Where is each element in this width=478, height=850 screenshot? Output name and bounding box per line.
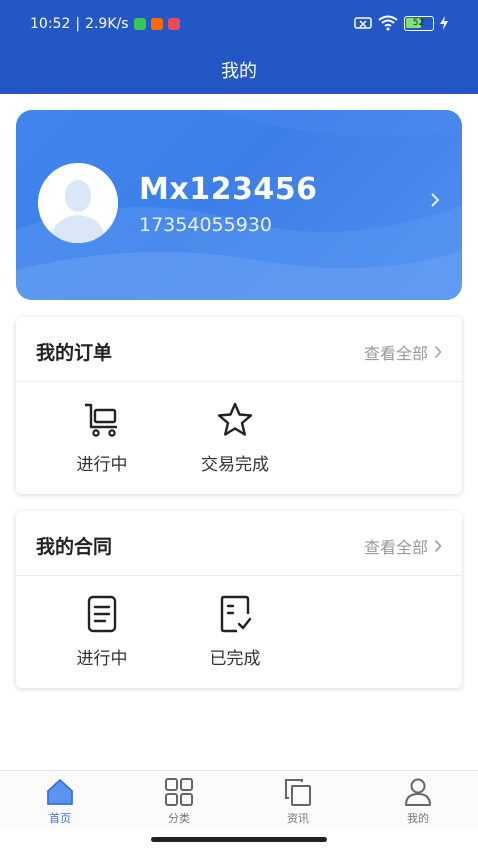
charging-icon	[440, 16, 448, 30]
grid-icon	[165, 778, 193, 806]
status-right: 52	[354, 15, 448, 31]
chevron-right-icon[interactable]	[430, 192, 440, 208]
status-bar: 10:52 | 2.9K/s 52	[0, 0, 478, 50]
tab-home-label: 首页	[49, 812, 71, 825]
orders-view-all-label: 查看全部	[363, 344, 428, 363]
contracts-view-all-link[interactable]: 查看全部	[364, 534, 442, 558]
tab-category[interactable]: 分类	[139, 777, 219, 826]
tab-category-label: 分类	[168, 812, 190, 825]
status-divider: |	[75, 16, 81, 32]
orders-title: 我的订单	[36, 342, 113, 364]
document-check-icon	[220, 595, 252, 633]
bottom-tab-bar: 首页 分类 资讯 我的	[0, 770, 478, 830]
username: Mx123456	[139, 172, 318, 207]
avatar[interactable]	[38, 163, 118, 243]
orders-items: 进行中 交易完成	[16, 382, 462, 494]
contracts-in-progress-button[interactable]: 进行中	[47, 594, 157, 669]
battery-text: 52	[412, 17, 425, 28]
top-header: 10:52 | 2.9K/s 52 我的	[0, 0, 478, 94]
home-indicator[interactable]	[151, 837, 327, 842]
contracts-completed-button[interactable]: 已完成	[180, 594, 290, 669]
tab-news-label: 资讯	[287, 812, 309, 825]
star-icon	[217, 402, 253, 436]
home-icon	[47, 779, 73, 805]
status-left: 10:52 | 2.9K/s	[30, 16, 180, 32]
contracts-title: 我的合同	[36, 536, 113, 558]
orders-view-all-link[interactable]: 查看全部	[364, 340, 442, 364]
tab-mine-label: 我的	[407, 812, 429, 825]
contracts-items: 进行中 已完成	[16, 576, 462, 688]
contracts-completed-label: 已完成	[209, 649, 261, 669]
app-icon	[167, 18, 180, 30]
battery-icon: 52	[404, 15, 434, 31]
avatar-placeholder-icon	[38, 163, 118, 243]
wifi-icon	[378, 15, 398, 31]
orders-header: 我的订单 查看全部	[16, 317, 462, 382]
copy-icon	[285, 779, 311, 806]
phone-number: 17354055930	[139, 214, 272, 236]
tab-home[interactable]: 首页	[20, 777, 100, 826]
orders-section: 我的订单 查看全部 进行中 交易完成	[16, 317, 462, 494]
chevron-right-icon	[434, 345, 442, 359]
orders-completed-label: 交易完成	[201, 455, 269, 475]
status-time: 10:52	[30, 16, 71, 32]
sim-icon	[354, 17, 372, 29]
tab-mine[interactable]: 我的	[378, 777, 458, 826]
document-icon	[87, 595, 117, 633]
orders-in-progress-label: 进行中	[76, 455, 128, 475]
contracts-in-progress-label: 进行中	[76, 649, 128, 669]
contracts-header: 我的合同 查看全部	[16, 511, 462, 576]
tab-news[interactable]: 资讯	[258, 777, 338, 826]
mi-icon	[150, 18, 163, 30]
contracts-view-all-label: 查看全部	[363, 538, 428, 557]
wechat-icon	[133, 18, 146, 30]
cart-icon	[85, 403, 117, 437]
status-speed: 2.9K/s	[85, 16, 129, 32]
contracts-section: 我的合同 查看全部 进行中 已完成	[16, 511, 462, 688]
profile-card[interactable]: Mx123456 17354055930	[16, 110, 462, 300]
page-title: 我的	[221, 61, 257, 82]
orders-completed-button[interactable]: 交易完成	[180, 400, 290, 475]
chevron-right-icon	[434, 539, 442, 553]
user-icon	[405, 778, 431, 806]
orders-in-progress-button[interactable]: 进行中	[47, 400, 157, 475]
